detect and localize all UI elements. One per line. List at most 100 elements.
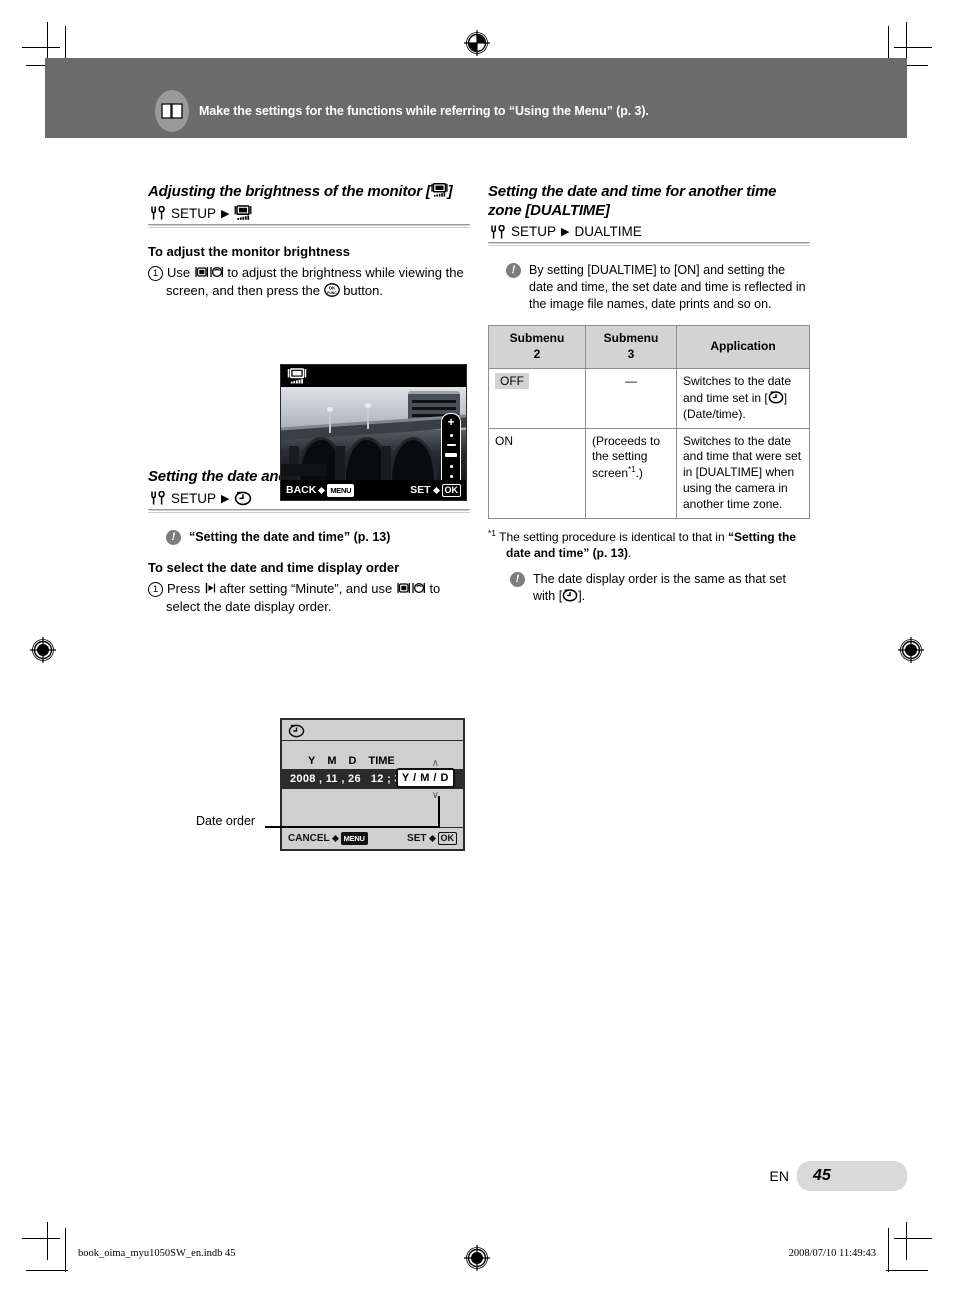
set-button[interactable]: SET OK xyxy=(410,483,461,497)
cell-submenu3: (Proceeds to the setting screen*1.) xyxy=(585,427,677,519)
photo-arch xyxy=(389,437,437,480)
subheading-select-display-order: To select the date and time display orde… xyxy=(148,560,400,576)
monitor-brightness-icon xyxy=(287,368,307,385)
slider-ticks xyxy=(442,427,460,480)
chevron-right-icon: ▶ xyxy=(561,226,570,239)
back-button[interactable]: BACK MENU xyxy=(286,483,355,497)
right-arrow-key-icon xyxy=(204,581,216,595)
cancel-label: CANCEL xyxy=(288,833,330,844)
brightness-slider[interactable]: + − xyxy=(441,413,461,480)
language-label: EN xyxy=(769,1168,789,1184)
screen-bottom-bar: BACK MENU SET OK xyxy=(281,480,466,500)
registration-target-top xyxy=(464,30,490,56)
col-header-time: TIME xyxy=(368,755,395,767)
crop-mark-br2-h xyxy=(886,1270,928,1271)
crop-mark-tl-h xyxy=(22,47,60,48)
diamond-icon xyxy=(428,834,436,843)
step-text-b: after setting “Minute”, and use xyxy=(219,581,393,597)
slider-plus-label: + xyxy=(447,415,455,429)
note-text: “Setting the date and time” (p. 13) xyxy=(189,530,391,545)
screen-topbar xyxy=(282,720,463,741)
footnote-text-a: The setting procedure is identical to th… xyxy=(499,529,728,544)
menu-path-monitor-brightness: SETUP ▶ xyxy=(148,205,470,226)
back-label: BACK xyxy=(286,484,317,496)
col-header-year: Y xyxy=(308,755,316,767)
submenu3-text-b: .) xyxy=(635,466,643,481)
svg-text:OK: OK xyxy=(328,285,335,290)
camera-screen-brightness-mockup: + − BACK MENU SET OK xyxy=(280,364,467,501)
crop-mark-br-v xyxy=(906,1222,907,1260)
header-line-2: 3 xyxy=(627,347,635,362)
date-value: 2008 , 11 , 26 xyxy=(290,773,361,785)
note-body: The date display order is the same as th… xyxy=(533,571,810,605)
callout-leader-horizontal xyxy=(265,826,440,828)
setup-wrench-icon xyxy=(150,491,166,505)
set-button[interactable]: SET OK xyxy=(407,832,457,845)
step-text-a: Press xyxy=(167,581,201,597)
col-header-submenu2: Submenu 2 xyxy=(488,325,586,370)
set-label: SET xyxy=(407,833,427,844)
step-item: 1 Use to adjust the brightness while view… xyxy=(148,264,470,299)
camera-screen-datetime-mockup: Y M D TIME 2008 , 11 , 26 12 ; 30 ∧ Y / … xyxy=(280,718,465,851)
note-text-b: ]. xyxy=(578,589,586,604)
menu-path-setup-label: SETUP xyxy=(171,490,217,506)
clock-icon xyxy=(562,588,578,602)
step-item: 1 Press after setting “Minute”, and use t… xyxy=(148,580,470,615)
header-line-2: 2 xyxy=(533,347,541,362)
diamond-icon xyxy=(432,486,440,494)
arrow-up-down-keys-icon xyxy=(396,581,426,595)
cell-submenu3: — xyxy=(585,368,677,429)
screen-topbar xyxy=(281,365,466,387)
footnote-reference: *1 xyxy=(628,465,636,475)
page-header-banner: Make the settings for the functions whil… xyxy=(45,58,907,138)
registration-target-right xyxy=(898,637,924,663)
section-heading-dualtime: Setting the date and time for another ti… xyxy=(488,183,777,220)
svg-text:FUNC: FUNC xyxy=(327,291,337,295)
chevron-down-icon: ∨ xyxy=(431,790,439,801)
col-header-day: D xyxy=(348,755,357,767)
step-text-a: Use xyxy=(167,265,191,281)
ok-func-button-icon: OK FUNC xyxy=(323,282,340,297)
page-number-pill: 45 xyxy=(797,1161,907,1191)
cancel-button[interactable]: CANCEL MENU xyxy=(288,832,368,845)
photo-lamp xyxy=(365,403,371,429)
exclamation-icon: ! xyxy=(510,572,525,588)
bracket-close: ] xyxy=(447,183,453,200)
callout-label-date-order: Date order xyxy=(196,814,256,828)
step-number: 1 xyxy=(148,266,163,282)
date-order-selector[interactable]: Y / M / D xyxy=(395,768,455,788)
photo-riverbank xyxy=(281,464,327,476)
subheading-adjust-brightness: To adjust the monitor brightness xyxy=(148,244,350,260)
table-body: OFF — Switches to the date and time set … xyxy=(488,368,810,519)
sample-photo-bridge: + − xyxy=(281,387,466,480)
slider-tick xyxy=(449,464,453,468)
screen-bottom-bar: CANCEL MENU SET OK xyxy=(282,827,463,849)
slider-tick xyxy=(446,444,456,447)
clock-icon xyxy=(288,723,305,738)
table-row: OFF — Switches to the date and time set … xyxy=(488,368,810,429)
crop-mark-bl-v xyxy=(47,1222,48,1260)
setup-wrench-icon xyxy=(490,224,506,239)
crop-mark-bl2-v xyxy=(65,1228,66,1272)
table-header-row: Submenu 2 Submenu 3 Application xyxy=(488,325,810,370)
cell-application: Switches to the date and time set in [ ]… xyxy=(676,368,810,429)
col-header-application: Application xyxy=(676,325,810,370)
value-chip-off: OFF xyxy=(495,373,529,390)
note-setting-date-time: ! “Setting the date and time” (p. 13) xyxy=(166,529,470,546)
slider-thumb[interactable] xyxy=(445,453,457,458)
page-number: 45 xyxy=(813,1167,831,1184)
col-header-month: M xyxy=(327,755,337,767)
heading-icon-wrap: [] xyxy=(426,183,453,200)
crop-mark-tl-v xyxy=(47,22,48,60)
datetime-value-row: 2008 , 11 , 26 12 ; 30 ∧ Y / M / D ∨ xyxy=(282,758,463,801)
page-footer: EN 45 xyxy=(770,1161,907,1191)
footnote-setting-procedure: *1 The setting procedure is identical to… xyxy=(488,528,810,562)
menu-key-icon: MENU xyxy=(327,483,355,497)
submenu3-text-a: (Proceeds to the setting screen xyxy=(592,433,661,481)
cell-submenu2: OFF xyxy=(488,368,586,429)
crop-mark-bl2-h xyxy=(26,1270,68,1271)
menu-path-setup-label: SETUP xyxy=(171,205,217,221)
clock-icon xyxy=(768,390,784,404)
print-source-file: book_oima_myu1050SW_en.indb 45 xyxy=(78,1248,236,1259)
section-heading-monitor-brightness: Adjusting the brightness of the monitor … xyxy=(148,182,470,201)
